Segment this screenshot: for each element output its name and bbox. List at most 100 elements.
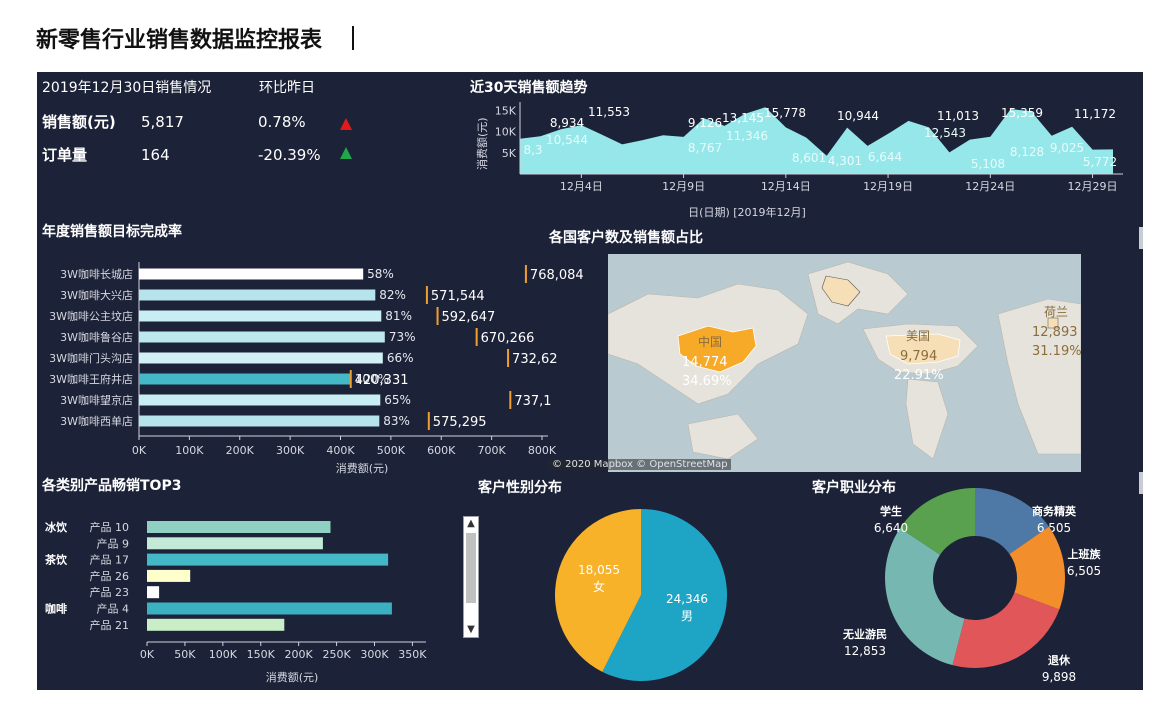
trend-data-label: 6,644: [868, 150, 902, 164]
world-map[interactable]: 中国 14,774 34.69% 美国 9,794 22.91% 荷兰 12,8…: [608, 254, 1081, 472]
target-xlabel: 消费额(元): [336, 461, 389, 475]
trend-data-label: 11,172: [1074, 107, 1116, 121]
target-category-label: 3W咖啡公主坟店: [49, 309, 133, 323]
products-bar[interactable]: [147, 586, 160, 599]
target-x-tick: 500K: [377, 444, 406, 457]
trend-data-label: 12,543: [924, 126, 966, 140]
target-marker: [436, 307, 439, 325]
target-marker: [509, 391, 512, 409]
target-completion-label: 73%: [389, 330, 416, 344]
world-map-shapes: 中国 14,774 34.69% 美国 9,794 22.91% 荷兰 12,8…: [608, 261, 1081, 460]
products-bar[interactable]: [147, 618, 285, 631]
trend-data-label: 11,553: [588, 105, 630, 119]
gender-female-value: 18,055: [578, 563, 620, 577]
products-category-label: 产品 26: [90, 569, 130, 583]
target-value-label: 571,544: [431, 289, 485, 304]
trend-data-label: 15,359: [1001, 106, 1043, 120]
trend-y-tick: 5K: [502, 147, 517, 160]
target-x-tick: 600K: [427, 444, 456, 457]
target-category-label: 3W咖啡鲁谷店: [60, 330, 133, 344]
trend-x-tick: 12月19日: [863, 180, 913, 193]
target-bar[interactable]: [139, 415, 380, 427]
products-bar[interactable]: [147, 537, 323, 550]
trend-data-label: 11,346: [726, 129, 768, 143]
occupation-scroll-indicator[interactable]: [1139, 472, 1143, 494]
trend-data-label: 15,778: [764, 106, 806, 120]
china-customers: 14,774: [682, 355, 728, 370]
products-bar[interactable]: [147, 569, 191, 582]
target-marker: [475, 328, 478, 346]
target-bar[interactable]: [139, 352, 383, 364]
occupation-category-label: 退休: [1048, 653, 1071, 667]
usa-label: 美国: [906, 329, 930, 343]
products-category-label: 产品 23: [90, 585, 130, 599]
trend-xlabel: 日(日期) [2019年12月]: [688, 205, 806, 219]
gender-female-label: 女: [593, 579, 605, 594]
map-scroll-indicator[interactable]: [1139, 227, 1143, 249]
target-x-tick: 0K: [132, 444, 147, 457]
target-category-label: 3W咖啡门头沟店: [49, 351, 133, 365]
target-x-tick: 100K: [175, 444, 204, 457]
kpi-sales-row: 销售额(元) 5,817 0.78%: [42, 113, 352, 131]
occupation-value-label: 9,898: [1042, 670, 1076, 684]
target-bar[interactable]: [139, 373, 351, 385]
target-chart: 3W咖啡长城店 58% 768,084 3W咖啡大兴店 82% 571,544 3W咖啡公主…: [49, 262, 584, 457]
scroll-up-icon[interactable]: ▲: [464, 517, 478, 531]
target-bar[interactable]: [139, 394, 381, 406]
scroll-thumb[interactable]: [466, 533, 476, 603]
trend-y-tick: 15K: [495, 104, 517, 117]
products-x-tick: 200K: [285, 648, 314, 661]
trend-x-tick: 12月14日: [761, 180, 811, 193]
occupation-slice[interactable]: [952, 592, 1060, 668]
target-x-tick: 700K: [478, 444, 507, 457]
gender-male-value: 24,346: [666, 592, 708, 606]
usa-share: 22.91%: [894, 368, 944, 383]
target-value-label: 737,1: [514, 394, 551, 409]
target-completion-label: 82%: [379, 288, 406, 302]
down-triangle-icon: [340, 147, 352, 159]
occupation-category-label: 上班族: [1068, 547, 1102, 561]
products-x-tick: 250K: [322, 648, 351, 661]
target-bar[interactable]: [139, 289, 376, 301]
products-bar[interactable]: [147, 602, 392, 615]
target-x-tick: 400K: [326, 444, 355, 457]
products-bar[interactable]: [147, 553, 389, 566]
target-category-label: 3W咖啡西单店: [60, 414, 133, 428]
kpi-sales-change: 0.78%: [258, 113, 306, 131]
australia-landmass: [687, 413, 759, 460]
target-bar[interactable]: [139, 331, 385, 343]
kpi-orders-label: 订单量: [42, 146, 87, 164]
target-x-tick: 300K: [276, 444, 305, 457]
target-bar[interactable]: [139, 310, 382, 322]
target-value-label: 768,084: [530, 268, 584, 283]
china-share: 34.69%: [682, 374, 732, 389]
target-bar[interactable]: [139, 268, 364, 280]
occupation-donut: 商务精英6,505上班族6,505退休9,898无业游民12,853学生6,64…: [842, 488, 1101, 684]
products-group-label: 冰饮: [45, 520, 68, 534]
target-x-tick: 800K: [528, 444, 557, 457]
target-value-label: 732,62: [512, 352, 558, 367]
scroll-down-icon[interactable]: ▼: [464, 623, 478, 637]
trend-data-label: 4,301: [828, 154, 862, 168]
products-category-label: 产品 4: [97, 602, 130, 616]
netherlands-share: 31.19%: [1032, 344, 1081, 359]
products-scrollbar[interactable]: ▲ ▼: [463, 516, 479, 638]
target-marker: [425, 286, 428, 304]
target-x-tick: 200K: [226, 444, 255, 457]
target-marker: [349, 370, 352, 388]
target-completion-label: 65%: [384, 393, 411, 407]
products-bar[interactable]: [147, 521, 331, 533]
netherlands-label: 荷兰: [1044, 305, 1068, 319]
trend-y-tick: 10K: [495, 126, 517, 139]
up-triangle-icon: [340, 118, 352, 130]
trend-data-label: 13,145: [722, 111, 764, 125]
kpi-orders-row: 订单量 164 -20.39%: [42, 146, 352, 164]
occupation-slice[interactable]: [884, 528, 965, 666]
south-america-landmass: [905, 378, 949, 460]
products-x-tick: 150K: [247, 648, 276, 661]
target-marker: [427, 412, 430, 430]
target-completion-label: 66%: [387, 351, 414, 365]
target-marker: [524, 265, 527, 283]
target-completion-label: 81%: [385, 309, 412, 323]
trend-data-label: 5,772: [1083, 155, 1117, 169]
